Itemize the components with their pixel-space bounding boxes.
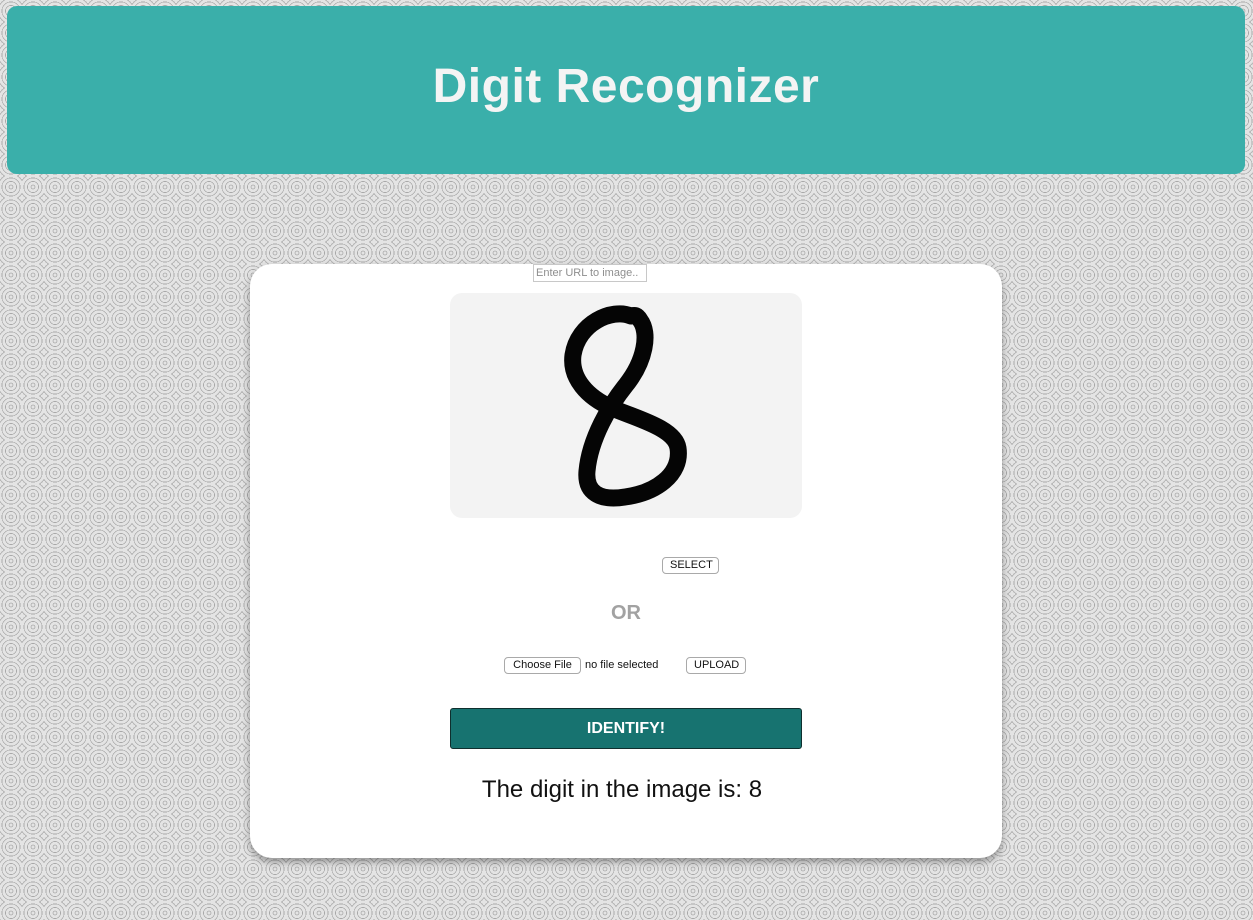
upload-button[interactable]: UPLOAD (686, 657, 746, 674)
image-url-input[interactable] (533, 264, 647, 282)
handwritten-digit-image (564, 305, 687, 507)
or-divider: OR (611, 602, 641, 624)
select-button[interactable]: SELECT (662, 557, 719, 574)
page-title: Digit Recognizer (432, 59, 820, 113)
prediction-result: The digit in the image is: 8 (481, 776, 763, 803)
main-card: SELECT OR Choose File no file selected U… (250, 264, 1002, 858)
image-preview (450, 293, 802, 518)
file-status-label: no file selected (585, 659, 659, 671)
choose-file-button[interactable]: Choose File (504, 657, 581, 674)
identify-button[interactable]: IDENTIFY! (450, 708, 802, 749)
header-banner: Digit Recognizer (7, 6, 1245, 174)
